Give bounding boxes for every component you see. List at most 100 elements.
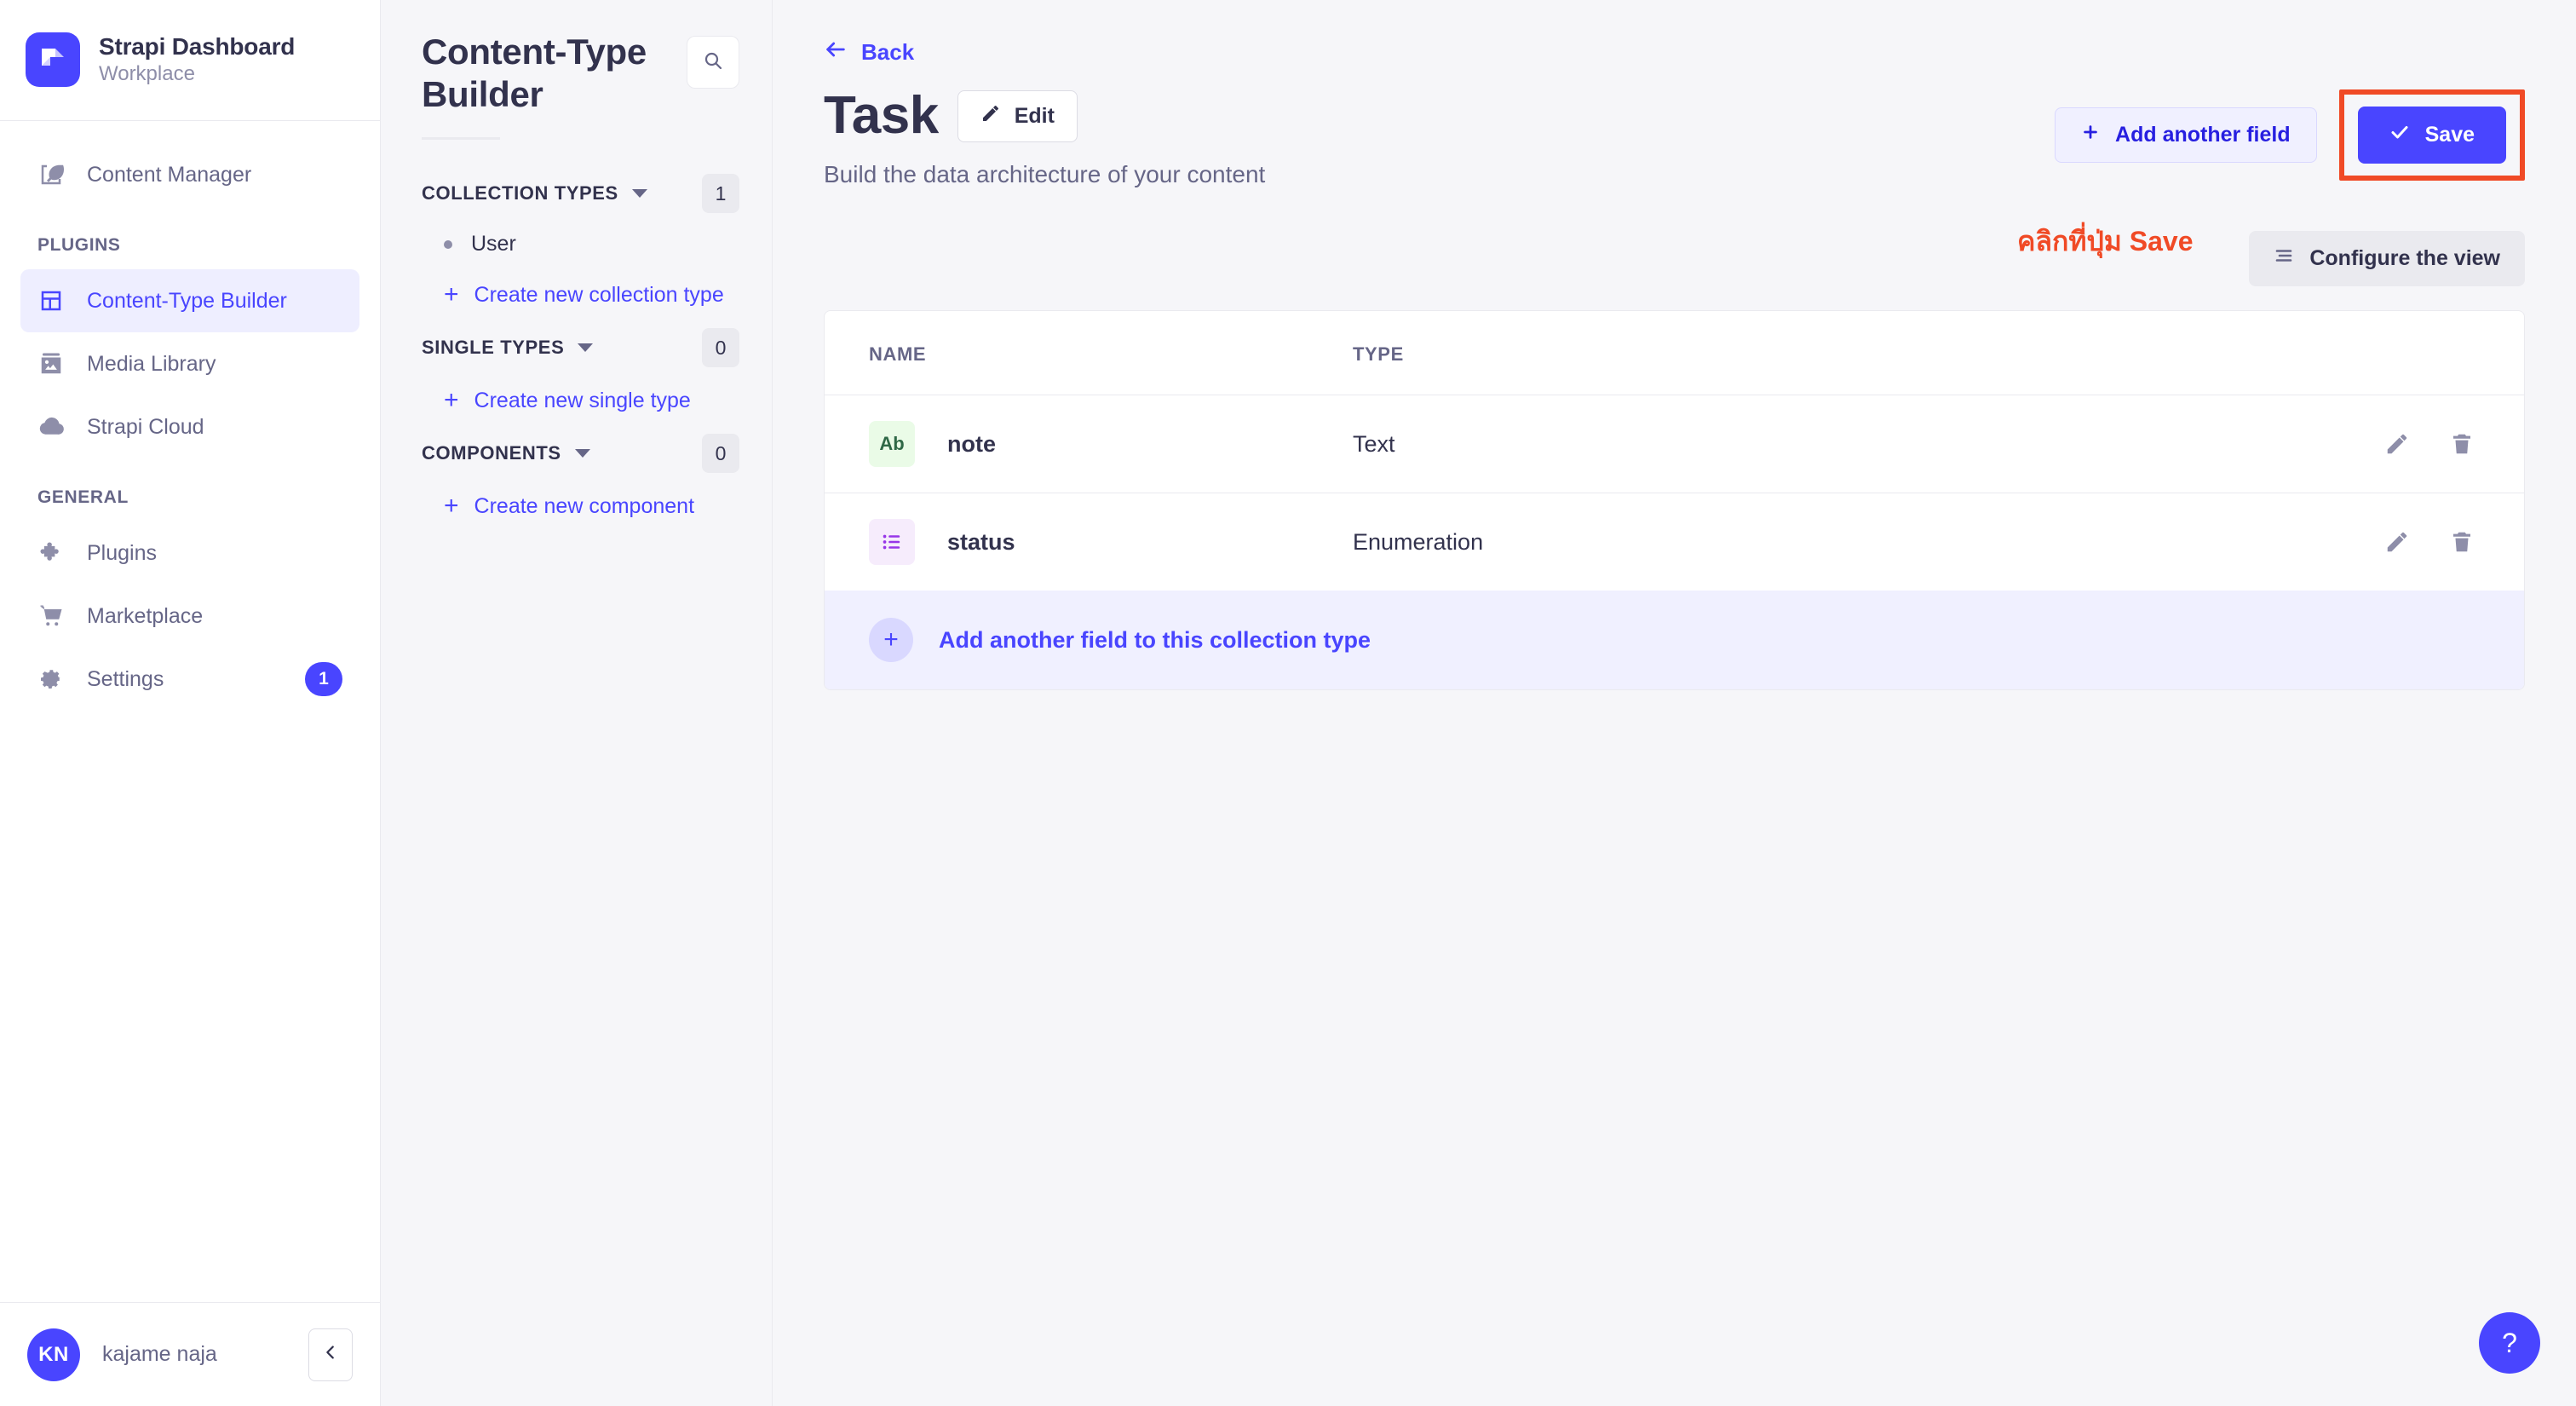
cloud-icon [37,413,65,441]
field-name: note [947,430,996,457]
brand-title: Strapi Dashboard [99,32,296,60]
save-button-highlight: Save [2338,89,2525,181]
field-type: Text [1353,395,1915,493]
sidebar-item-settings[interactable]: Settings 1 [20,648,359,711]
username-label: kajame naja [102,1342,217,1366]
create-new-component-link[interactable]: + Create new component [422,480,739,533]
configure-label: Configure the view [2309,246,2500,270]
sidebar-item-media-library[interactable]: Media Library [20,332,359,395]
add-another-field-label: Add another field [2115,123,2291,147]
chevron-left-icon [321,1343,340,1366]
help-button[interactable]: ? [2479,1312,2540,1374]
feather-icon [37,161,65,188]
field-type: Enumeration [1353,493,1915,591]
sidebar-item-content-manager[interactable]: Content Manager [20,143,359,206]
field-name: status [947,528,1015,555]
brand-header: Strapi Dashboard Workplace [0,0,380,121]
trash-icon[interactable] [2447,527,2476,556]
create-new-collection-type-link[interactable]: + Create new collection type [422,268,739,321]
fields-table: NAME TYPE Ab note Text status Enumeratio… [825,311,2524,591]
page-header: Task Edit Build the data architecture of… [824,89,2525,188]
edit-label: Edit [1014,103,1055,128]
plus-icon: + [444,280,459,309]
main-sidebar: Strapi Dashboard Workplace Content Manag… [0,0,381,1406]
main-content: Back Task Edit Build the data architectu… [773,0,2576,1406]
group-header-components[interactable]: COMPONENTS 0 [422,427,739,480]
chevron-down-icon [578,343,594,353]
group-header-single-types[interactable]: SINGLE TYPES 0 [422,321,739,374]
collection-type-item-user[interactable]: User [422,220,739,268]
group-count: 0 [702,328,739,368]
sidebar-item-content-type-builder[interactable]: Content-Type Builder [20,269,359,332]
image-icon [37,350,65,377]
sidebar-collapse-button[interactable] [308,1328,353,1381]
enumeration-type-icon [869,519,915,565]
subnav-title: Content-Type Builder [422,32,647,114]
sidebar-section-plugins: PLUGINS [37,235,121,255]
plus-icon: + [869,618,913,662]
create-link-label: Create new single type [474,388,691,412]
create-new-single-type-link[interactable]: + Create new single type [422,374,739,427]
shopping-cart-icon [37,602,65,630]
chevron-down-icon [631,189,647,199]
group-header-collection-types[interactable]: COLLECTION TYPES 1 [422,167,739,220]
collection-type-label: User [471,232,516,256]
group-label: COMPONENTS [422,442,561,464]
add-another-field-to-collection-type-button[interactable]: + Add another field to this collection t… [825,591,2524,689]
sidebar-footer: KN kajame naja [0,1302,380,1406]
table-row[interactable]: status Enumeration [825,493,2524,591]
app-root: Strapi Dashboard Workplace Content Manag… [0,0,2576,1406]
create-link-label: Create new component [474,493,695,518]
plus-icon: + [444,492,459,521]
subnav-header: Content-Type Builder [422,31,739,115]
sidebar-item-label: Content-Type Builder [87,288,287,313]
column-header-type: TYPE [1353,343,1404,365]
column-header-name: NAME [869,343,927,365]
brand-subtitle: Workplace [99,61,195,85]
table-header-row: NAME TYPE [825,311,2524,395]
pencil-icon[interactable] [2383,527,2412,556]
avatar[interactable]: KN [27,1328,80,1381]
sidebar-item-plugins[interactable]: Plugins [20,521,359,585]
pencil-icon [980,103,1001,130]
annotation-text: คลิกที่ปุ่ม Save [2017,226,2194,256]
group-count: 1 [702,174,739,214]
sidebar-item-strapi-cloud[interactable]: Strapi Cloud [20,395,359,458]
column-header-actions [1915,311,2524,395]
sidebar-item-label: Strapi Cloud [87,414,204,439]
bullet-icon [444,239,452,249]
save-label: Save [2424,123,2475,147]
configure-the-view-button[interactable]: Configure the view [2249,231,2525,286]
layout-grid-icon [37,287,65,314]
sidebar-item-label: Marketplace [87,603,204,628]
header-actions: Add another field Save [2055,89,2525,181]
sidebar-item-label: Content Manager [87,162,252,187]
group-count: 0 [702,434,739,474]
page-subtitle: Build the data architecture of your cont… [824,161,1266,187]
plus-icon [2081,123,2100,147]
back-link[interactable]: Back [824,37,914,67]
sidebar-item-label: Plugins [87,540,157,565]
add-another-field-button[interactable]: Add another field [2055,107,2317,163]
group-label: SINGLE TYPES [422,337,565,359]
gear-icon [37,666,65,693]
save-button[interactable]: Save [2357,107,2506,164]
group-label: COLLECTION TYPES [422,182,618,205]
create-link-label: Create new collection type [474,282,724,307]
text-type-icon: Ab [869,421,915,467]
sidebar-item-label: Media Library [87,351,216,376]
table-row[interactable]: Ab note Text [825,395,2524,493]
edit-button[interactable]: Edit [957,89,1078,142]
sliders-icon [2274,245,2294,272]
sidebar-item-label: Settings [87,666,164,691]
plus-icon: + [444,386,459,415]
add-field-row-label: Add another field to this collection typ… [939,626,1371,653]
arrow-left-icon [824,37,848,67]
trash-icon[interactable] [2447,429,2476,458]
pencil-icon[interactable] [2383,429,2412,458]
subnav-search-button[interactable] [687,36,739,89]
sidebar-item-marketplace[interactable]: Marketplace [20,585,359,648]
fields-card: NAME TYPE Ab note Text status Enumeratio… [824,310,2525,690]
search-icon [703,50,723,75]
chevron-down-icon [574,449,590,458]
